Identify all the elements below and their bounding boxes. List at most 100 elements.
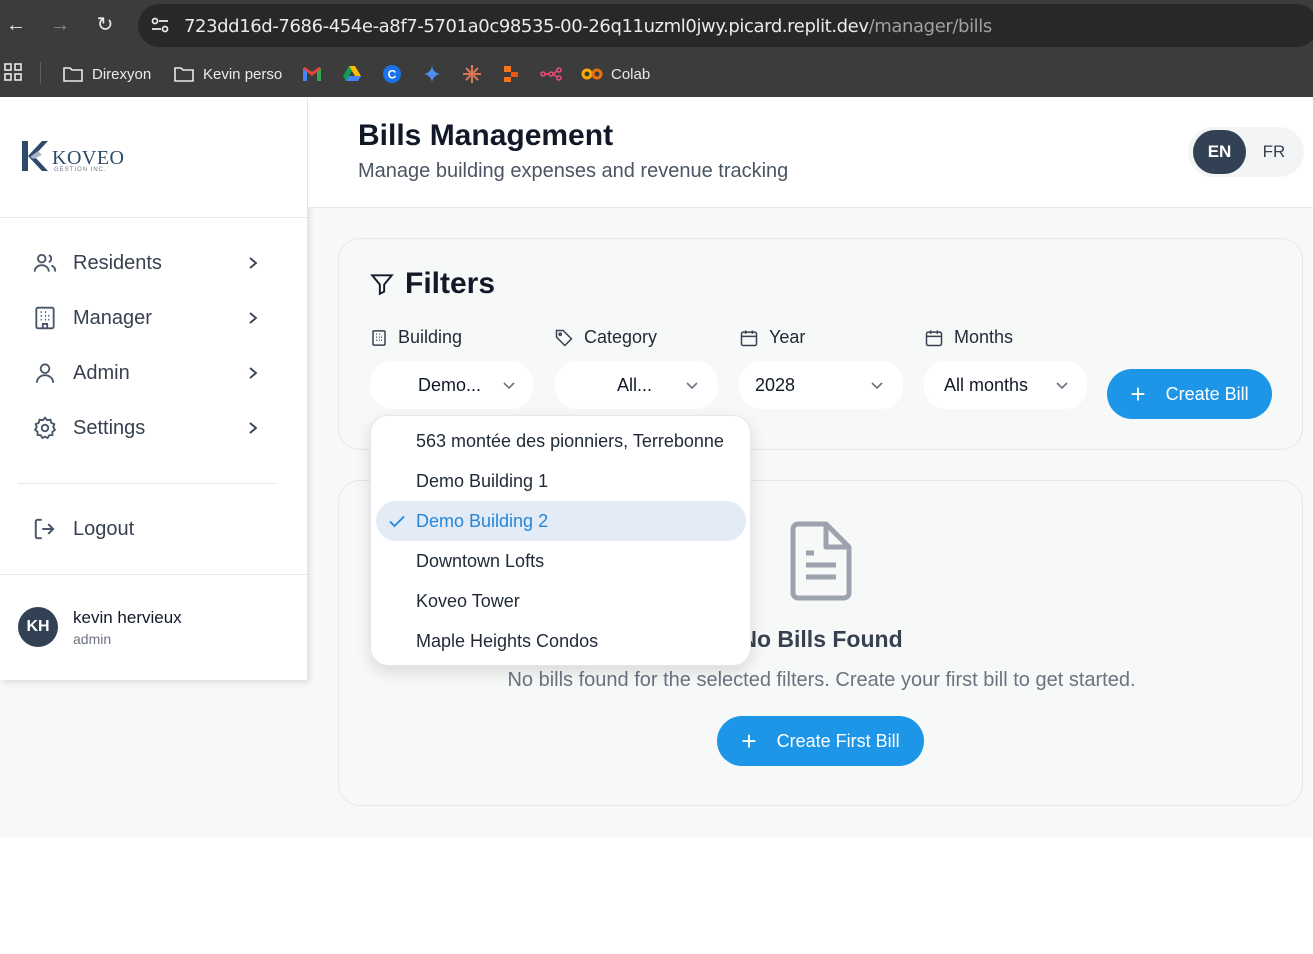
address-bar[interactable]: 723dd16d-7686-454e-a8f7-5701a0c98535-00-… xyxy=(138,4,1313,47)
chevron-down-icon xyxy=(1056,382,1068,390)
sidebar-item-admin[interactable]: Admin xyxy=(32,353,272,393)
label-text: Category xyxy=(584,327,658,347)
building-option-selected[interactable]: Demo Building 2 xyxy=(376,501,746,541)
bookmark-n8n[interactable] xyxy=(540,62,562,86)
bookmarks-separator xyxy=(40,62,41,84)
logout-label: Logout xyxy=(73,517,135,540)
bookmark-gmail[interactable] xyxy=(302,62,322,86)
koveo-logo[interactable]: KOVEO GESTION INC. xyxy=(18,137,138,177)
months-select[interactable]: All months xyxy=(924,361,1087,409)
sidebar-item-manager[interactable]: Manager xyxy=(32,298,272,338)
building-dropdown-menu: 563 montée des pionniers, Terrebonne Dem… xyxy=(370,415,751,666)
category-select-value: All... xyxy=(617,375,653,395)
building-option[interactable]: Koveo Tower xyxy=(376,581,746,621)
apps-grid-icon[interactable] xyxy=(4,63,22,81)
bookmark-direxyon[interactable]: Direxyon xyxy=(62,62,151,86)
c-app-icon: C xyxy=(383,65,401,83)
forward-arrow-icon[interactable]: → xyxy=(48,13,72,37)
create-first-bill-label: Create First Bill xyxy=(776,730,900,751)
building-option-label: 563 montée des pionniers, Terrebonne xyxy=(416,431,724,451)
months-filter-label: Months xyxy=(924,327,1013,348)
building-icon xyxy=(372,329,386,346)
sidebar-divider xyxy=(18,483,277,484)
building-option-label: Downtown Lofts xyxy=(416,551,545,571)
chevron-down-icon xyxy=(686,382,698,390)
site-info-icon[interactable] xyxy=(148,13,172,37)
building-option[interactable]: Downtown Lofts xyxy=(376,541,746,581)
filter-icon xyxy=(370,274,394,296)
building-option[interactable]: Demo Building 1 xyxy=(376,461,746,501)
calendar-icon xyxy=(740,330,758,346)
folder-icon xyxy=(63,67,83,82)
page-header: Bills Management Manage building expense… xyxy=(308,97,1313,208)
create-bill-button[interactable]: + Create Bill xyxy=(1107,369,1272,419)
building-filter-label: Building xyxy=(370,327,462,348)
calendar-icon xyxy=(925,330,943,346)
bookmark-kevin-perso[interactable]: Kevin perso xyxy=(173,62,282,86)
page-blank-area xyxy=(0,837,1313,954)
building-option[interactable]: Maple Heights Condos xyxy=(376,621,746,661)
claude-icon xyxy=(463,65,481,83)
url-host: 723dd16d-7686-454e-a8f7-5701a0c98535-00-… xyxy=(184,16,869,37)
label-text: Building xyxy=(398,327,463,347)
url-text[interactable]: 723dd16d-7686-454e-a8f7-5701a0c98535-00-… xyxy=(184,16,992,37)
filters-title: Filters xyxy=(405,267,496,300)
back-arrow-icon[interactable]: ← xyxy=(4,13,28,37)
filters-heading: Filters xyxy=(369,267,495,301)
year-select[interactable]: 2028 xyxy=(739,361,903,409)
logo-subtitle: GESTION INC. xyxy=(54,167,107,173)
building-select[interactable]: Demo... xyxy=(370,361,533,409)
reload-icon[interactable]: ↻ xyxy=(93,13,117,37)
lang-fr-button[interactable]: FR xyxy=(1248,130,1300,174)
gmail-icon xyxy=(303,67,321,81)
user-name: kevin hervieux xyxy=(73,608,182,627)
create-bill-label: Create Bill xyxy=(1165,383,1249,404)
building-option[interactable]: 563 montée des pionniers, Terrebonne xyxy=(376,421,746,461)
n8n-icon xyxy=(540,67,562,81)
logout-icon xyxy=(34,518,55,540)
year-filter-label: Year xyxy=(739,327,805,348)
user-role: admin xyxy=(73,631,112,647)
empty-state-description: No bills found for the selected filters.… xyxy=(507,669,1136,691)
bookmark-colab[interactable]: Colab xyxy=(581,62,650,86)
sidebar-item-settings[interactable]: Settings xyxy=(32,408,272,448)
sidebar-item-residents[interactable]: Residents xyxy=(32,243,272,283)
create-first-bill-button[interactable]: + Create First Bill xyxy=(717,716,924,766)
lang-en-button[interactable]: EN xyxy=(1193,130,1246,174)
label-text: Months xyxy=(954,327,1014,347)
koveo-k-logo-icon xyxy=(22,141,48,171)
sidebar-item-label: Manager xyxy=(73,306,152,329)
avatar[interactable]: KH xyxy=(18,607,58,647)
building-option-label: Demo Building 1 xyxy=(416,471,549,491)
sidebar-item-label: Admin xyxy=(73,361,130,384)
bookmark-gemini[interactable] xyxy=(422,62,442,86)
building-option-label: Demo Building 2 xyxy=(416,511,549,531)
bookmark-figma-like[interactable] xyxy=(502,62,520,86)
bookmark-claude[interactable] xyxy=(462,62,482,86)
bookmark-c-app[interactable]: C xyxy=(382,62,402,86)
tag-icon xyxy=(555,329,573,347)
svg-text:C: C xyxy=(388,68,397,82)
building-option-label: Koveo Tower xyxy=(416,591,520,611)
chevron-down-icon xyxy=(503,382,515,390)
bookmark-drive[interactable] xyxy=(342,62,362,86)
figma-like-icon xyxy=(504,66,518,82)
gemini-icon xyxy=(423,65,441,83)
language-toggle: EN FR xyxy=(1188,127,1304,177)
bookmark-label: Kevin perso xyxy=(203,65,283,83)
folder-icon xyxy=(174,67,194,82)
chevron-right-icon xyxy=(249,312,258,324)
bookmark-label: Colab xyxy=(611,65,651,83)
chevron-right-icon xyxy=(249,257,258,269)
chevron-right-icon xyxy=(249,367,258,379)
sidebar-divider xyxy=(0,574,307,575)
bookmarks-bar: Direxyon Kevin perso C Colab xyxy=(0,51,1313,97)
users-icon xyxy=(33,253,57,272)
category-select[interactable]: All... xyxy=(555,361,718,409)
drive-icon xyxy=(343,66,361,81)
user-icon xyxy=(35,363,55,383)
browser-toolbar: ← → ↻ 723dd16d-7686-454e-a8f7-5701a0c985… xyxy=(0,0,1313,51)
logout-button[interactable]: Logout xyxy=(32,509,272,549)
building-icon xyxy=(35,306,55,330)
url-path: /manager/bills xyxy=(868,16,993,37)
